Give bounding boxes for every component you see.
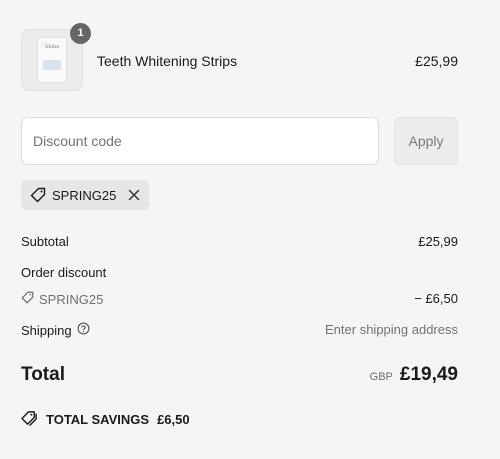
tags-icon xyxy=(21,410,38,429)
applied-code-label: SPRING25 xyxy=(52,187,117,203)
product-thumbnail: Shine 1 xyxy=(21,23,91,91)
quantity-badge: 1 xyxy=(70,23,91,44)
applied-discount-chip: SPRING25 xyxy=(21,180,150,210)
line-item: Shine 1 Teeth Whitening Strips £25,99 xyxy=(21,23,458,93)
subtotal-label: Subtotal xyxy=(21,234,69,249)
product-brand-text: Shine xyxy=(44,44,60,50)
shipping-label: Shipping xyxy=(21,322,72,338)
tag-icon xyxy=(21,291,34,307)
product-name: Teeth Whitening Strips xyxy=(97,53,238,69)
total-label: Total xyxy=(21,364,65,385)
currency-code: GBP xyxy=(369,371,393,383)
close-icon[interactable] xyxy=(128,189,140,201)
order-discount-label: Order discount xyxy=(21,265,107,280)
apply-button[interactable]: Apply xyxy=(394,117,458,165)
discount-code-label: SPRING25 xyxy=(39,291,104,307)
tag-icon xyxy=(30,187,46,203)
total-row: Total GBP £19,49 xyxy=(21,364,458,392)
total-value: £19,49 xyxy=(399,364,458,385)
question-circle-icon[interactable] xyxy=(77,322,90,338)
product-price: £25,99 xyxy=(415,53,458,69)
savings-label: TOTAL SAVINGS xyxy=(46,412,150,427)
subtotal-value: £25,99 xyxy=(418,234,458,249)
savings-value: £6,50 xyxy=(157,412,190,427)
discount-code-input[interactable] xyxy=(21,117,379,165)
product-image: Shine xyxy=(38,38,66,82)
order-summary: Shine 1 Teeth Whitening Strips £25,99 Ap… xyxy=(0,0,500,459)
total-savings: TOTAL SAVINGS £6,50 xyxy=(21,410,190,429)
discount-value: − £6,50 xyxy=(414,291,458,306)
shipping-value: Enter shipping address xyxy=(325,322,458,337)
